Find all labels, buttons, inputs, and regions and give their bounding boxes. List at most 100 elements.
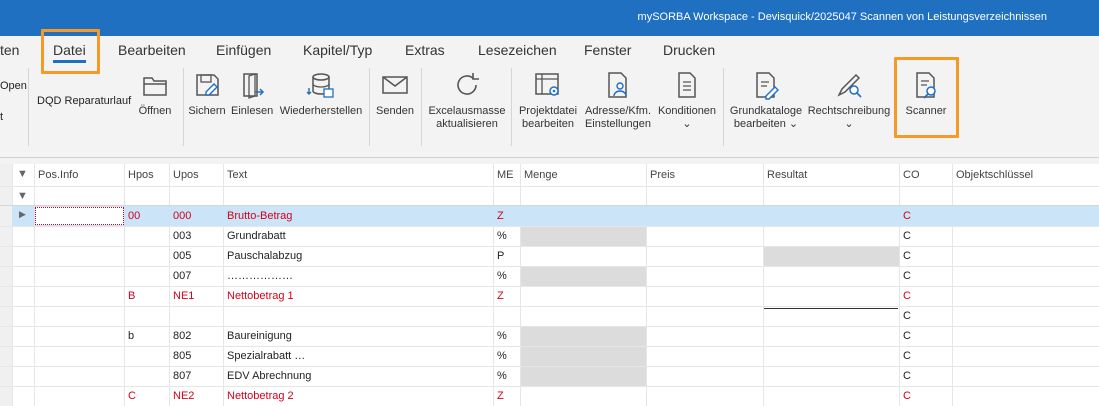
row-indicator-icon: ▶ (19, 209, 26, 219)
highlight-datei (41, 29, 100, 74)
wiederherstellen-button[interactable]: Wiederherstellen (278, 64, 364, 154)
ribbon-partial-item[interactable]: t (0, 111, 3, 123)
konditionen-button[interactable]: Konditionen ⌄ (656, 64, 718, 154)
rechtschreibung-button[interactable]: Rechtschreibung ⌄ (806, 64, 892, 154)
ribbon-separator (28, 68, 29, 146)
menu-einfuegen[interactable]: Einfügen (216, 42, 271, 58)
cell-upos[interactable]: NE2 (173, 390, 194, 402)
cell-hpos[interactable]: 00 (128, 210, 140, 222)
cell-me[interactable]: Z (497, 210, 504, 222)
cell-me[interactable]: % (497, 230, 507, 242)
cell-me[interactable]: % (497, 330, 507, 342)
excelausmasse-label: Excelausmasse aktualisieren (428, 105, 506, 130)
cell-co[interactable]: C (903, 290, 911, 302)
cell-text[interactable]: Grundrabatt (227, 230, 286, 242)
col-preis[interactable]: Preis (650, 169, 675, 181)
cell-me[interactable]: % (497, 270, 507, 282)
title-bar: mySORBA Workspace - Devisquick/2025047 S… (0, 0, 1099, 36)
cell-upos[interactable]: NE1 (173, 290, 194, 302)
col-upos[interactable]: Upos (173, 169, 199, 181)
address-users-icon (608, 72, 627, 98)
cell-co[interactable]: C (903, 350, 911, 362)
cell-text[interactable]: Nettobetrag 2 (227, 390, 294, 402)
rechtschreibung-label: Rechtschreibung ⌄ (807, 105, 891, 130)
cell-me[interactable]: Z (497, 390, 504, 402)
cell-me[interactable]: % (497, 370, 507, 382)
ribbon-partial-open[interactable]: Open (0, 80, 27, 92)
grundkataloge-label: Grundkataloge bearbeiten ⌄ (729, 105, 803, 130)
menu-lesezeichen[interactable]: Lesezeichen (478, 42, 557, 58)
menu-bearbeiten[interactable]: Bearbeiten (118, 42, 186, 58)
cell-me[interactable]: P (497, 250, 504, 262)
ribbon-separator (421, 68, 422, 146)
col-menge[interactable]: Menge (524, 169, 558, 181)
ribbon-separator (369, 68, 370, 146)
pos-info-input[interactable] (35, 207, 124, 225)
cell-text[interactable]: Spezialrabatt … (227, 350, 305, 362)
cell-co[interactable]: C (903, 370, 911, 382)
cell-upos[interactable]: 003 (173, 230, 191, 242)
cell-co[interactable]: C (903, 250, 911, 262)
folder-icon (143, 77, 167, 96)
cell-text[interactable]: Pauschalabzug (227, 250, 302, 262)
menu-ansichten[interactable]: ten (0, 42, 19, 58)
adresse-button[interactable]: Adresse/Kfm. Einstellungen (583, 64, 653, 154)
col-pos-info[interactable]: Pos.Info (38, 169, 78, 181)
cell-upos[interactable]: 807 (173, 370, 191, 382)
grundkataloge-button[interactable]: Grundkataloge bearbeiten ⌄ (728, 64, 804, 154)
cell-upos[interactable]: 005 (173, 250, 191, 262)
oeffnen-button[interactable]: Öffnen (136, 64, 174, 154)
cell-hpos[interactable]: C (128, 390, 136, 402)
oeffnen-label: Öffnen (138, 105, 172, 117)
dqd-reparaturlauf-button[interactable]: DQD Reparaturlauf (37, 95, 131, 107)
cell-co[interactable]: C (903, 310, 911, 322)
cell-text[interactable]: EDV Abrechnung (227, 370, 311, 382)
sichern-button[interactable]: Sichern (187, 64, 227, 154)
cell-upos[interactable]: 007 (173, 270, 191, 282)
project-settings-icon (535, 73, 559, 96)
cell-co[interactable]: C (903, 390, 911, 402)
window-title: mySORBA Workspace - Devisquick/2025047 S… (637, 11, 1047, 23)
cell-co[interactable]: C (903, 230, 911, 242)
col-co[interactable]: CO (903, 169, 920, 181)
filter-row-icon[interactable]: ▼ (17, 190, 28, 202)
col-hpos[interactable]: Hpos (128, 169, 154, 181)
col-text[interactable]: Text (227, 169, 247, 181)
col-me[interactable]: ME (497, 169, 514, 181)
mail-icon (382, 76, 408, 94)
cell-upos[interactable]: 802 (173, 330, 191, 342)
cell-hpos[interactable]: b (128, 330, 134, 342)
spellcheck-icon (837, 73, 862, 98)
header-filter-icon[interactable]: ▼ (17, 168, 28, 180)
projektdatei-button[interactable]: Projektdatei bearbeiten (515, 64, 581, 154)
cell-text[interactable]: Baureinigung (227, 330, 292, 342)
cell-hpos[interactable]: B (128, 290, 135, 302)
einlesen-button[interactable]: Einlesen (231, 64, 273, 154)
adresse-label: Adresse/Kfm. Einstellungen (584, 105, 652, 130)
menu-kapitel-typ[interactable]: Kapitel/Typ (303, 42, 372, 58)
projektdatei-label: Projektdatei bearbeiten (518, 105, 578, 130)
senden-button[interactable]: Senden (374, 64, 416, 154)
cell-text[interactable]: Brutto-Betrag (227, 210, 292, 222)
cell-me[interactable]: % (497, 350, 507, 362)
cell-text[interactable]: ……………… (227, 270, 293, 282)
cell-upos[interactable]: 805 (173, 350, 191, 362)
cell-upos[interactable]: 000 (173, 210, 191, 222)
sichern-label: Sichern (188, 105, 226, 117)
cell-co[interactable]: C (903, 210, 911, 222)
cell-text[interactable]: Nettobetrag 1 (227, 290, 294, 302)
database-restore-icon (306, 73, 334, 98)
menu-drucken[interactable]: Drucken (663, 42, 715, 58)
col-objektschluessel[interactable]: Objektschlüssel (956, 169, 1033, 181)
cell-co[interactable]: C (903, 270, 911, 282)
refresh-icon (457, 73, 479, 95)
excelausmasse-button[interactable]: Excelausmasse aktualisieren (427, 64, 507, 154)
col-resultat[interactable]: Resultat (767, 169, 807, 181)
cell-me[interactable]: Z (497, 290, 504, 302)
menu-fenster[interactable]: Fenster (584, 42, 631, 58)
ribbon-separator (723, 68, 724, 146)
cell-co[interactable]: C (903, 330, 911, 342)
result-underline (764, 308, 898, 309)
ribbon-separator (183, 68, 184, 146)
menu-extras[interactable]: Extras (405, 42, 445, 58)
